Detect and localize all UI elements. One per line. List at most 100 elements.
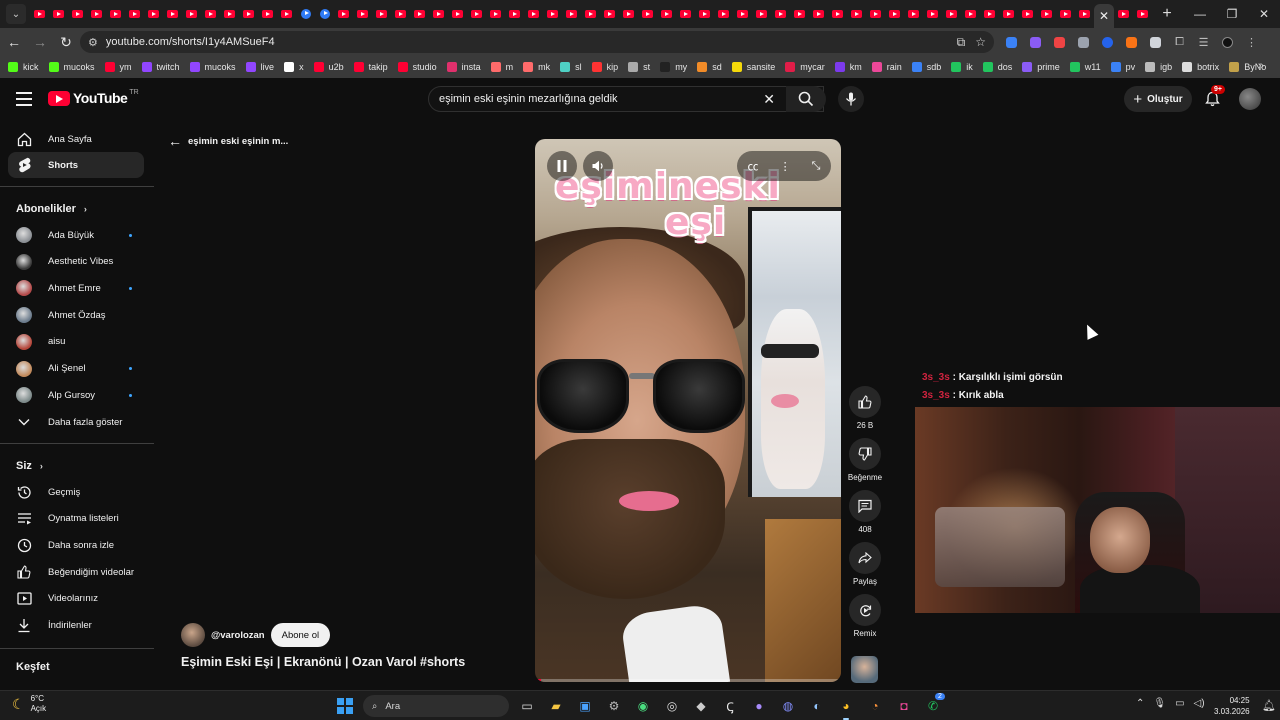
bookmark-item[interactable]: insta (446, 62, 481, 72)
new-tab-button[interactable]: + (1156, 5, 1178, 23)
sidebar-item-liked-videos[interactable]: Beğendiğim videolar (8, 559, 144, 585)
bookmark-item[interactable]: igb (1145, 62, 1172, 72)
channel-avatar[interactable] (181, 623, 205, 647)
sidebar-item-playlists[interactable]: Oynatma listeleri (8, 506, 144, 532)
browser-tab[interactable] (961, 0, 980, 28)
show-more-button[interactable]: Daha fazla göster (8, 409, 144, 435)
sidebar-item-watch-later[interactable]: Daha sonra izle (8, 532, 144, 558)
bookmark-item[interactable]: ym (104, 62, 132, 72)
browser-tab[interactable] (49, 0, 68, 28)
sidebar-item-history[interactable]: Geçmiş (8, 479, 144, 505)
create-button[interactable]: + Oluştur (1124, 86, 1192, 112)
subscription-item[interactable]: aisu (8, 329, 144, 355)
guide-menu-icon[interactable] (16, 92, 32, 106)
search-box[interactable]: eşimin eski eşinin mezarlığına geldik ✕ (428, 86, 824, 112)
pause-button[interactable] (547, 151, 577, 181)
install-app-icon[interactable]: ⧉ (957, 35, 966, 50)
bookmark-item[interactable]: twitch (141, 62, 180, 72)
browser-tab[interactable] (980, 0, 999, 28)
extension-icon[interactable] (1002, 33, 1021, 52)
sidebar-item-your-videos[interactable]: Videolarınız (8, 586, 144, 612)
subscriptions-heading[interactable]: Abonelikler › (16, 203, 87, 215)
bookmark-item[interactable]: live (245, 62, 274, 72)
browser-tab[interactable] (676, 0, 695, 28)
bookmark-item[interactable]: sl (560, 62, 582, 72)
bookmark-item[interactable]: m (490, 62, 513, 72)
browser-tab[interactable] (1133, 0, 1152, 28)
app-icon[interactable]: Ꞔ (719, 695, 741, 717)
file-explorer-icon[interactable]: ▰ (545, 695, 567, 717)
you-heading[interactable]: Siz › (16, 460, 43, 472)
fullscreen-icon[interactable]: ⤡ (812, 160, 821, 173)
bookmark-item[interactable]: mucoks (48, 62, 95, 72)
more-options-icon[interactable]: ⋮ (780, 160, 791, 173)
browser-tab[interactable] (277, 0, 296, 28)
browser-tab[interactable] (638, 0, 657, 28)
browser-tab[interactable] (391, 0, 410, 28)
browser-tab[interactable] (695, 0, 714, 28)
browser-tab[interactable] (866, 0, 885, 28)
comments-button[interactable] (849, 490, 881, 522)
notifications-center-icon[interactable]: 🔔︎ (1262, 699, 1276, 712)
captions-icon[interactable]: ㏄ (748, 158, 759, 174)
browser-tab[interactable] (942, 0, 961, 28)
extension-icon[interactable] (1074, 33, 1093, 52)
bookmark-item[interactable]: kip (591, 62, 618, 72)
bookmark-item[interactable]: pv (1110, 62, 1135, 72)
browser-tab[interactable] (771, 0, 790, 28)
extension-icon[interactable] (1026, 33, 1045, 52)
whatsapp-icon[interactable]: ✆ 2 (922, 693, 945, 717)
store-icon[interactable]: ▣ (574, 695, 596, 717)
browser-tab[interactable] (163, 0, 182, 28)
search-input[interactable]: eşimin eski eşinin mezarlığına geldik (439, 93, 618, 105)
sidebar-item-shorts[interactable]: Shorts (8, 152, 144, 178)
bookmark-item[interactable]: mk (523, 62, 550, 72)
bookmark-item[interactable]: u2b (313, 62, 344, 72)
app-icon[interactable]: ◆ (690, 695, 712, 717)
remix-source-thumbnail[interactable] (851, 656, 878, 683)
browser-tab[interactable] (828, 0, 847, 28)
browser-tab[interactable] (809, 0, 828, 28)
instagram-icon[interactable]: ◘ (893, 695, 915, 717)
active-tab-close-icon[interactable]: ✕ (1094, 4, 1114, 28)
bookmark-item[interactable]: prime (1022, 62, 1060, 72)
bookmark-item[interactable]: rain (871, 62, 902, 72)
notifications-button[interactable]: 9+ (1201, 85, 1225, 110)
subscription-item[interactable]: Alp Gursoy (8, 382, 144, 408)
extension-icon[interactable] (1146, 33, 1165, 52)
browser-tab[interactable] (87, 0, 106, 28)
restore-button[interactable]: ❐ (1216, 0, 1248, 28)
bookmark-item[interactable]: botrix (1182, 62, 1219, 72)
extension-icon[interactable] (1098, 33, 1117, 52)
browser-tab[interactable] (543, 0, 562, 28)
browser-tab[interactable] (733, 0, 752, 28)
browser-tab[interactable] (182, 0, 201, 28)
browser-tab[interactable] (486, 0, 505, 28)
browser-tab[interactable] (429, 0, 448, 28)
browser-tab[interactable] (1018, 0, 1037, 28)
shorts-back-row[interactable]: ← eşimin eski eşinin m... (168, 133, 288, 149)
microphone-tray-icon[interactable]: 🎙︎ (1153, 698, 1166, 709)
browser-tab[interactable] (619, 0, 638, 28)
obs-icon[interactable]: ◎ (661, 695, 683, 717)
youtube-logo[interactable]: YouTube TR (48, 89, 139, 106)
bookmark-item[interactable]: kick (8, 62, 39, 72)
subscription-item[interactable]: Ada Büyük (8, 222, 144, 248)
network-icon[interactable]: ▭ (1175, 698, 1184, 709)
bookmark-item[interactable]: my (660, 62, 687, 72)
bookmark-item[interactable]: sdb (911, 62, 941, 72)
bookmark-item[interactable]: mucoks (189, 62, 236, 72)
bookmark-item[interactable]: takip (353, 62, 388, 72)
browser-tab[interactable] (239, 0, 258, 28)
browser-tab[interactable] (68, 0, 87, 28)
browser-tab[interactable] (106, 0, 125, 28)
discord-icon[interactable]: ◍ (777, 695, 799, 717)
browser-tab[interactable] (220, 0, 239, 28)
voice-search-button[interactable] (838, 86, 864, 112)
bookmark-item[interactable]: ik (951, 62, 973, 72)
browser-tab[interactable] (1056, 0, 1075, 28)
chrome-icon[interactable]: ◕ (835, 695, 857, 720)
browser-tab[interactable] (467, 0, 486, 28)
show-hidden-icons[interactable]: ⌃ (1136, 698, 1144, 709)
browser-tab[interactable] (581, 0, 600, 28)
